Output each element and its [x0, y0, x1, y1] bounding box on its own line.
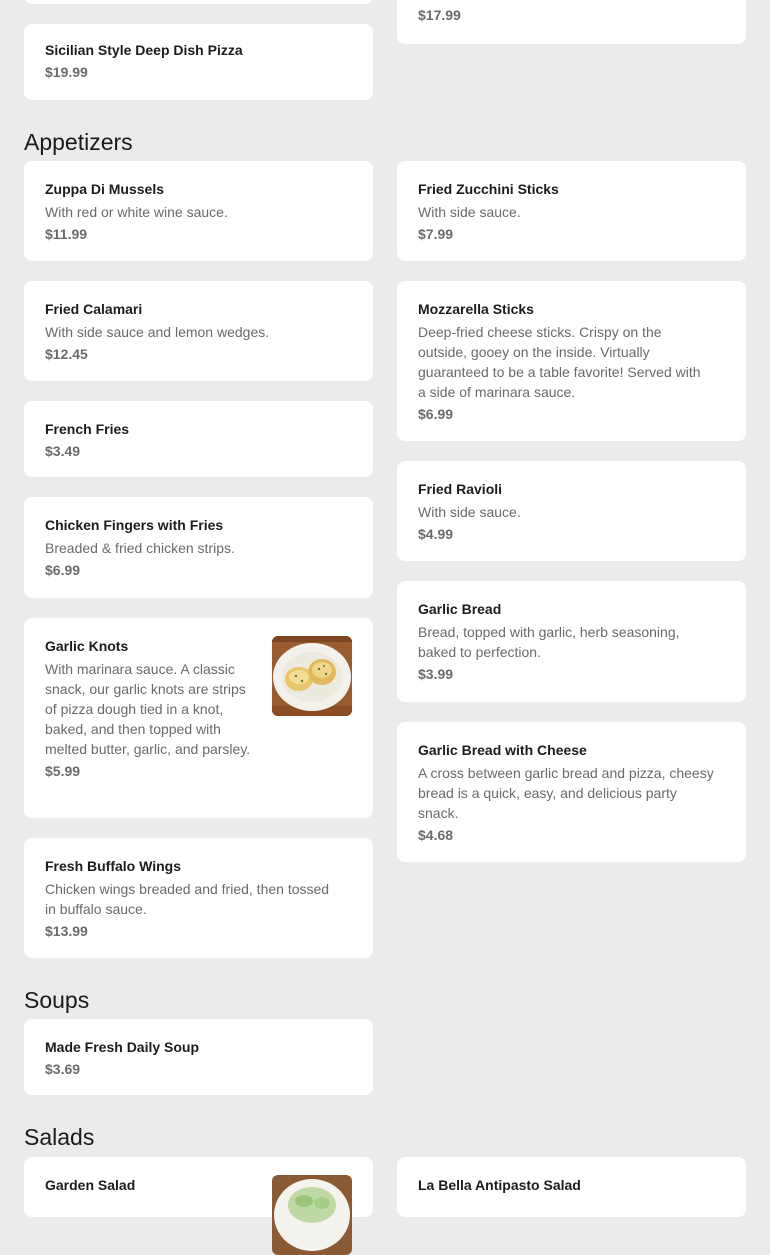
garlic-knots-photo — [272, 636, 352, 716]
menu-item-name: Garlic Bread — [418, 601, 502, 617]
menu-item-fried-ravioli[interactable]: Fried Ravioli With side sauce. $4.99 — [397, 461, 746, 561]
menu-item-fried-zucchini-sticks[interactable]: Fried Zucchini Sticks With side sauce. $… — [397, 161, 746, 261]
menu-item-description: With side sauce. — [418, 504, 521, 520]
menu-item-made-fresh-daily-soup[interactable]: Made Fresh Daily Soup $3.69 — [24, 1019, 373, 1095]
menu-item-price: $6.99 — [45, 562, 81, 578]
menu-item-price: $12.45 — [45, 346, 88, 362]
menu-item-description: With marinara sauce. A classic snack, ou… — [45, 661, 251, 757]
menu-item-price: $3.69 — [45, 1061, 81, 1077]
menu-item-price: $17.99 — [418, 7, 461, 23]
menu-item-price: $3.49 — [45, 443, 81, 459]
menu-item-description: With side sauce and lemon wedges. — [45, 324, 270, 340]
menu-item-garlic-bread-with-cheese[interactable]: Garlic Bread with Cheese A cross between… — [397, 722, 746, 862]
menu-item-name: Sicilian Style Deep Dish Pizza — [45, 42, 243, 58]
menu-item-name: La Bella Antipasto Salad — [418, 1177, 581, 1193]
menu-item-price: $7.99 — [418, 226, 454, 242]
garden-salad-photo — [272, 1175, 352, 1255]
menu-item-price: $11.99 — [45, 226, 88, 242]
section-title-soups: Soups — [24, 987, 90, 1013]
menu-item-description: A cross between garlic bread and pizza, … — [418, 765, 714, 821]
menu-item-name: Zuppa Di Mussels — [45, 181, 165, 197]
menu-item-name: Made Fresh Daily Soup — [45, 1039, 200, 1055]
menu-item-price: $4.68 — [418, 827, 454, 843]
menu-item-name: Fried Zucchini Sticks — [418, 181, 559, 197]
menu-item-price: $5.99 — [45, 763, 81, 779]
menu-item-la-bella-antipasto-salad[interactable]: La Bella Antipasto Salad — [397, 1157, 746, 1217]
menu-item-price: $4.99 — [418, 526, 454, 542]
menu-item-fried-calamari[interactable]: Fried Calamari With side sauce and lemon… — [24, 281, 373, 381]
menu-item-description: With side sauce. — [418, 204, 521, 220]
menu-item-description: Deep-fried cheese sticks. Crispy on the … — [418, 324, 701, 400]
menu-item-mozzarella-sticks[interactable]: Mozzarella Sticks Deep-fried cheese stic… — [397, 281, 746, 441]
menu-item-name: Fried Ravioli — [418, 481, 503, 497]
menu-item-price: $3.99 — [418, 666, 454, 682]
menu-item-deep-dish-pizza[interactable]: Sicilian Style Deep Dish Pizza $19.99 — [24, 24, 373, 100]
menu-item-zuppa-di-mussels[interactable]: Zuppa Di Mussels With red or white wine … — [24, 161, 373, 261]
menu-item-card-partial-right[interactable]: $17.99 — [397, 0, 746, 44]
menu-item-price: $13.99 — [45, 923, 88, 939]
menu-item-chicken-fingers[interactable]: Chicken Fingers with Fries Breaded & fri… — [24, 497, 373, 598]
menu-item-description: Breaded & fried chicken strips. — [45, 540, 235, 556]
menu-item-fresh-buffalo-wings[interactable]: Fresh Buffalo Wings Chicken wings breade… — [24, 838, 373, 958]
menu-item-french-fries[interactable]: French Fries $3.49 — [24, 401, 373, 477]
menu-item-price: $19.99 — [45, 64, 88, 80]
menu-item-name: Chicken Fingers with Fries — [45, 517, 224, 533]
menu-item-garlic-bread[interactable]: Garlic Bread Bread, topped with garlic, … — [397, 581, 746, 702]
menu-item-price: $6.99 — [418, 406, 454, 422]
menu-item-name: Mozzarella Sticks — [418, 301, 534, 317]
menu-item-name: Garlic Bread with Cheese — [418, 742, 587, 758]
menu-item-name: Fried Calamari — [45, 301, 143, 317]
section-title-salads: Salads — [24, 1124, 95, 1150]
menu-item-description: With red or white wine sauce. — [45, 204, 228, 220]
menu-item-card-partial-left[interactable] — [24, 0, 373, 4]
menu-item-description: Chicken wings breaded and fried, then to… — [45, 881, 330, 917]
menu-item-name: French Fries — [45, 421, 130, 437]
section-title-appetizers: Appetizers — [24, 129, 133, 155]
menu-item-garlic-knots[interactable]: Garlic Knots With marinara sauce. A clas… — [24, 618, 373, 818]
menu-item-description: Bread, topped with garlic, herb seasonin… — [418, 624, 680, 660]
menu-item-garden-salad[interactable]: Garden Salad — [24, 1157, 373, 1255]
menu-item-name: Fresh Buffalo Wings — [45, 858, 181, 874]
